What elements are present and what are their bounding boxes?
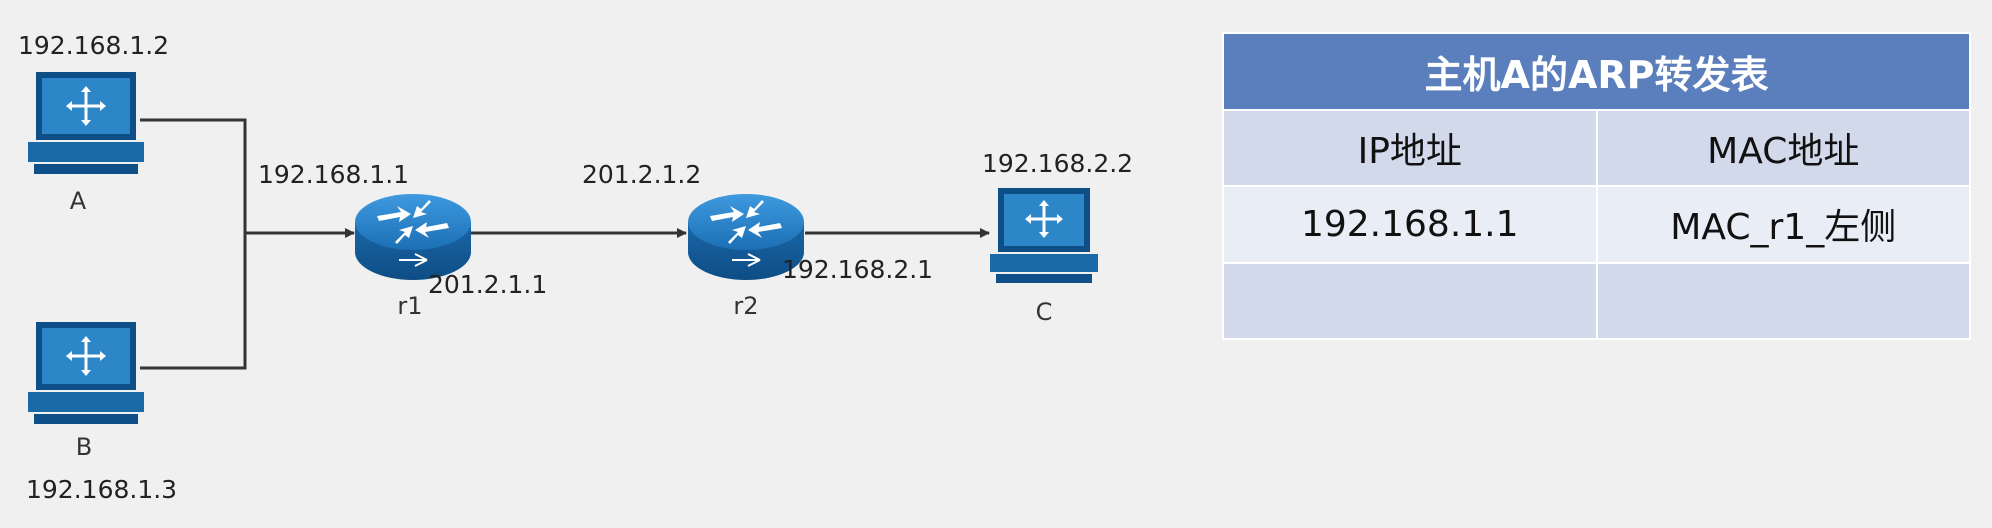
link-b-to-junction: [140, 233, 247, 370]
table-row: [1222, 261, 1971, 340]
host-a-icon: [28, 72, 144, 174]
arp-table-header-row: IP地址 MAC地址: [1222, 108, 1971, 187]
host-c-icon: [990, 188, 1098, 283]
router-r1-name: r1: [397, 292, 422, 320]
cell-ip: [1222, 261, 1598, 340]
arp-table: 主机A的ARP转发表 IP地址 MAC地址 192.168.1.1 MAC_r1…: [1222, 32, 1971, 340]
host-c-name: C: [1036, 298, 1053, 326]
host-b-ip: 192.168.1.3: [26, 475, 177, 504]
host-c-ip: 192.168.2.2: [982, 149, 1133, 178]
table-row: 192.168.1.1 MAC_r1_左侧: [1222, 185, 1971, 264]
host-b-name: B: [76, 433, 92, 461]
r1-left-ip: 192.168.1.1: [258, 160, 409, 189]
host-b-icon: [28, 322, 144, 424]
router-r1-icon: [355, 194, 471, 280]
cell-mac: [1595, 261, 1971, 340]
host-a-name: A: [70, 187, 87, 215]
r2-left-ip: 201.2.1.2: [582, 160, 701, 189]
host-a-ip: 192.168.1.2: [18, 31, 169, 60]
r1-right-ip: 201.2.1.1: [428, 270, 547, 299]
cell-mac: MAC_r1_左侧: [1595, 185, 1971, 264]
router-r2-name: r2: [733, 292, 758, 320]
link-a-to-junction: [140, 118, 247, 233]
links: [140, 118, 990, 370]
header-mac-address: MAC地址: [1595, 108, 1971, 187]
header-ip-address: IP地址: [1222, 108, 1598, 187]
r2-right-ip: 192.168.2.1: [782, 255, 933, 284]
arp-table-title: 主机A的ARP转发表: [1222, 32, 1971, 111]
cell-ip: 192.168.1.1: [1222, 185, 1598, 264]
arp-table-title-row: 主机A的ARP转发表: [1222, 32, 1971, 111]
